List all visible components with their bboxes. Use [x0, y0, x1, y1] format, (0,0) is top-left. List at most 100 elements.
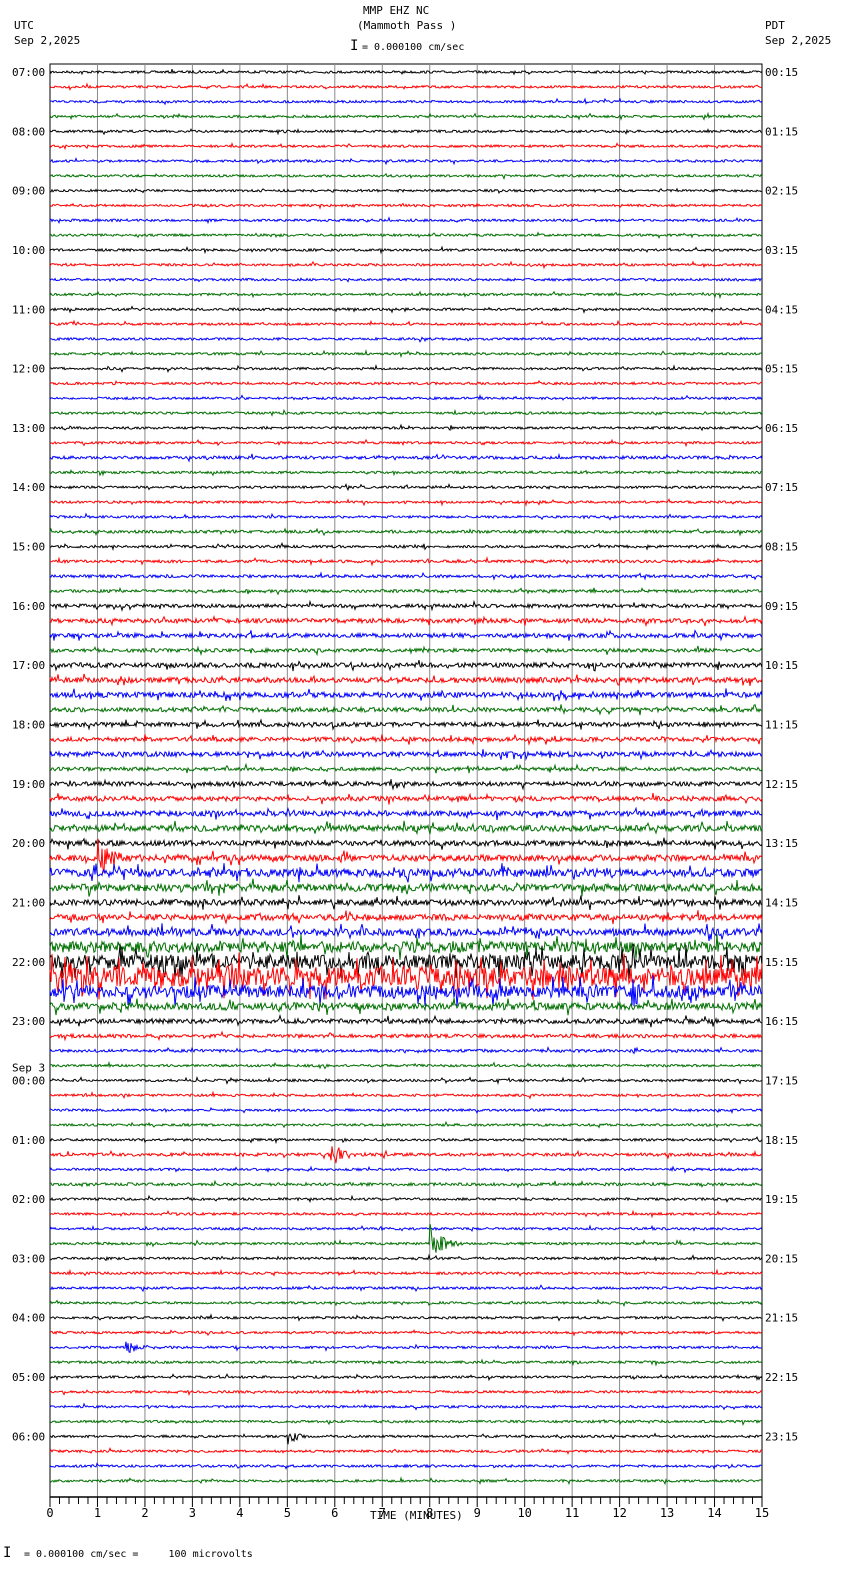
- seismic-trace: [50, 1285, 762, 1291]
- seismic-trace: [50, 278, 762, 281]
- pdt-hour-label: 05:15: [765, 363, 798, 376]
- x-tick-label: 0: [46, 1506, 53, 1520]
- utc-hour-label: 21:00: [12, 896, 45, 909]
- seismic-trace: [50, 704, 762, 715]
- seismic-trace: [50, 863, 762, 882]
- seismic-trace: [50, 307, 762, 313]
- seismic-trace: [50, 1078, 762, 1084]
- utc-hour-label: 15:00: [12, 541, 45, 554]
- x-tick-label: 10: [517, 1506, 531, 1520]
- seismic-trace: [50, 808, 762, 820]
- pdt-hour-label: 07:15: [765, 481, 798, 494]
- pdt-hour-label: 04:15: [765, 303, 798, 316]
- x-tick-label: 11: [565, 1506, 579, 1520]
- pdt-hour-label: 02:15: [765, 185, 798, 198]
- utc-hour-label: 02:00: [12, 1193, 45, 1206]
- pdt-hour-label: 08:15: [765, 541, 798, 554]
- seismic-trace: [50, 1270, 762, 1275]
- utc-hour-label: 16:00: [12, 600, 45, 613]
- seismic-trace: [50, 321, 762, 325]
- x-tick-label: 13: [660, 1506, 674, 1520]
- pdt-hour-label: 01:15: [765, 125, 798, 138]
- seismic-trace: [50, 499, 762, 505]
- pdt-hour-label: 03:15: [765, 244, 798, 257]
- seismic-trace: [50, 734, 762, 744]
- seismic-trace: [50, 484, 762, 489]
- seismic-trace: [50, 396, 762, 400]
- pdt-hour-label: 11:15: [765, 719, 798, 732]
- seismic-trace: [50, 1478, 762, 1484]
- seismic-trace: [50, 879, 762, 897]
- seismic-trace: [50, 1255, 762, 1260]
- pdt-hour-label: 20:15: [765, 1252, 798, 1265]
- pdt-hour-label: 18:15: [765, 1134, 798, 1147]
- seismic-trace: [50, 749, 762, 760]
- seismic-trace: [50, 1048, 762, 1054]
- seismic-trace: [50, 602, 762, 610]
- seismic-trace: [50, 1420, 762, 1425]
- seismic-trace: [50, 543, 762, 549]
- seismic-trace: [50, 895, 762, 910]
- utc-hour-label: 20:00: [12, 837, 45, 850]
- x-tick-label: 8: [426, 1506, 433, 1520]
- pdt-hour-label: 21:15: [765, 1312, 798, 1325]
- seismic-trace: [50, 674, 762, 686]
- seismic-trace: [50, 1448, 762, 1453]
- seismic-trace: [50, 1300, 762, 1306]
- utc-hour-label: 13:00: [12, 422, 45, 435]
- seismic-trace: [50, 660, 762, 671]
- seismic-trace: [50, 838, 762, 850]
- seismic-trace: [50, 204, 762, 209]
- date-change-label: Sep 3: [12, 1061, 45, 1074]
- seismic-trace: [50, 114, 762, 120]
- seismic-trace: [50, 351, 762, 356]
- seismic-trace: [50, 1315, 762, 1321]
- seismic-trace: [50, 1342, 762, 1353]
- utc-hour-label: 14:00: [12, 481, 45, 494]
- seismic-trace: [50, 1181, 762, 1187]
- pdt-hour-label: 06:15: [765, 422, 798, 435]
- seismic-trace: [50, 1404, 762, 1410]
- pdt-hour-label: 14:15: [765, 896, 798, 909]
- utc-hour-label: 04:00: [12, 1312, 45, 1325]
- seismic-trace: [50, 1032, 762, 1040]
- seismic-trace: [50, 1330, 762, 1335]
- utc-hour-label: 07:00: [12, 66, 45, 79]
- seismic-trace: [50, 247, 762, 253]
- utc-hour-label: 18:00: [12, 719, 45, 732]
- seismic-trace: [50, 1108, 762, 1113]
- seismic-trace: [50, 779, 762, 789]
- pdt-hour-label: 16:15: [765, 1015, 798, 1028]
- helicorder-plot: 07:00 00:15 08:00 01:15 09:00 02:15 10:00 03:15…: [0, 0, 850, 1584]
- seismic-trace: [50, 821, 762, 834]
- utc-hour-label: 19:00: [12, 778, 45, 791]
- seismic-trace: [50, 218, 762, 223]
- seismic-trace: [50, 337, 762, 341]
- utc-hour-label: 12:00: [12, 363, 45, 376]
- seismic-trace: [50, 174, 762, 179]
- x-tick-label: 4: [236, 1506, 243, 1520]
- seismic-trace: [50, 793, 762, 805]
- utc-hour-label: 22:00: [12, 956, 45, 969]
- utc-hour-label: 01:00: [12, 1134, 45, 1147]
- seismic-trace: [50, 1196, 762, 1202]
- seismic-trace: [50, 765, 762, 774]
- seismic-trace: [50, 1167, 762, 1172]
- seismic-trace: [50, 1122, 762, 1127]
- seismic-trace: [50, 84, 762, 90]
- pdt-hour-label: 19:15: [765, 1193, 798, 1206]
- pdt-hour-label: 12:15: [765, 778, 798, 791]
- seismic-trace: [50, 617, 762, 626]
- seismic-trace: [50, 1464, 762, 1469]
- seismic-trace: [50, 425, 762, 430]
- seismic-trace: [50, 630, 762, 640]
- seismic-trace: [50, 588, 762, 594]
- seismic-trace: [50, 558, 762, 565]
- utc-hour-label: 23:00: [12, 1015, 45, 1028]
- x-tick-label: 7: [379, 1506, 386, 1520]
- utc-hour-label: 08:00: [12, 125, 45, 138]
- seismic-trace: [50, 233, 762, 238]
- pdt-hour-label: 15:15: [765, 956, 798, 969]
- x-tick-label: 1: [94, 1506, 101, 1520]
- utc-hour-label: 03:00: [12, 1252, 45, 1265]
